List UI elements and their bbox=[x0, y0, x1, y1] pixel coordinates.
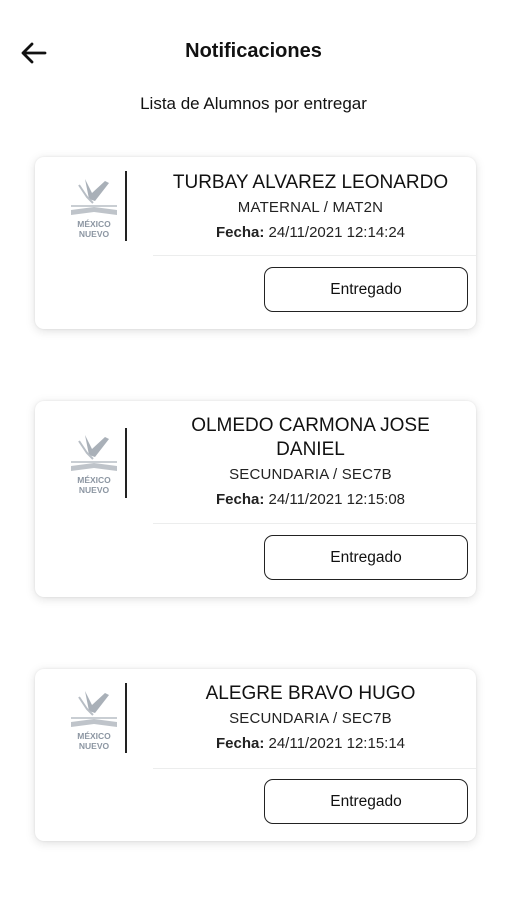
delivered-button[interactable]: Entregado bbox=[264, 779, 468, 824]
student-info: TURBAY ALVAREZ LEONARDO MATERNAL / MAT2N… bbox=[145, 171, 476, 243]
date-value: 24/11/2021 12:15:08 bbox=[268, 491, 406, 508]
logo-text-line1: MÉXICO bbox=[77, 731, 111, 741]
logo-text-line2: NUEVO bbox=[79, 229, 110, 239]
student-group: MATERNAL / MAT2N bbox=[237, 199, 384, 216]
student-group: SECUNDARIA / SEC7B bbox=[229, 466, 392, 483]
student-card: MÉXICO NUEVO TURBAY ALVAREZ LEONARDO MAT… bbox=[35, 157, 476, 329]
date-value: 24/11/2021 12:14:24 bbox=[268, 224, 406, 241]
date-label: Fecha: bbox=[215, 491, 265, 508]
student-info: OLMEDO CARMONA JOSE DANIEL SECUNDARIA / … bbox=[145, 414, 476, 510]
logo-text-line2: NUEVO bbox=[79, 485, 110, 495]
delivered-button[interactable]: Entregado bbox=[264, 267, 468, 312]
school-logo: MÉXICO NUEVO bbox=[71, 691, 117, 751]
delivery-date: Fecha: 24/11/2021 12:15:08 bbox=[173, 490, 448, 510]
student-name: TURBAY ALVAREZ LEONARDO bbox=[172, 172, 449, 193]
page-title: Notificaciones bbox=[185, 40, 322, 62]
card-divider bbox=[153, 255, 476, 256]
student-group: SECUNDARIA / SEC7B bbox=[229, 710, 392, 727]
logo-divider bbox=[125, 171, 127, 241]
card-divider bbox=[153, 768, 476, 769]
logo-text-line2: NUEVO bbox=[79, 741, 110, 751]
school-logo: MÉXICO NUEVO bbox=[71, 179, 117, 239]
logo-text-line1: MÉXICO bbox=[77, 219, 111, 229]
delivery-date: Fecha: 24/11/2021 12:14:24 bbox=[145, 223, 476, 243]
logo-divider bbox=[125, 683, 127, 753]
student-name: ALEGRE BRAVO HUGO bbox=[205, 683, 416, 704]
student-name: OLMEDO CARMONA JOSE DANIEL bbox=[191, 415, 430, 460]
student-info: ALEGRE BRAVO HUGO SECUNDARIA / SEC7B Fec… bbox=[145, 682, 476, 754]
card-divider bbox=[153, 523, 476, 524]
delivery-date: Fecha: 24/11/2021 12:15:14 bbox=[145, 734, 476, 754]
page-subtitle: Lista de Alumnos por entregar bbox=[140, 94, 367, 113]
logo-divider bbox=[125, 428, 127, 498]
delivered-button[interactable]: Entregado bbox=[264, 535, 468, 580]
date-label: Fecha: bbox=[215, 224, 265, 241]
student-card: MÉXICO NUEVO OLMEDO CARMONA JOSE DANIEL … bbox=[35, 401, 476, 597]
student-card: MÉXICO NUEVO ALEGRE BRAVO HUGO SECUNDARI… bbox=[35, 669, 476, 841]
date-value: 24/11/2021 12:15:14 bbox=[268, 735, 406, 752]
date-label: Fecha: bbox=[215, 735, 265, 752]
logo-text-line1: MÉXICO bbox=[77, 475, 111, 485]
school-logo: MÉXICO NUEVO bbox=[71, 435, 117, 495]
header: Notificaciones Lista de Alumnos por entr… bbox=[0, 0, 507, 113]
